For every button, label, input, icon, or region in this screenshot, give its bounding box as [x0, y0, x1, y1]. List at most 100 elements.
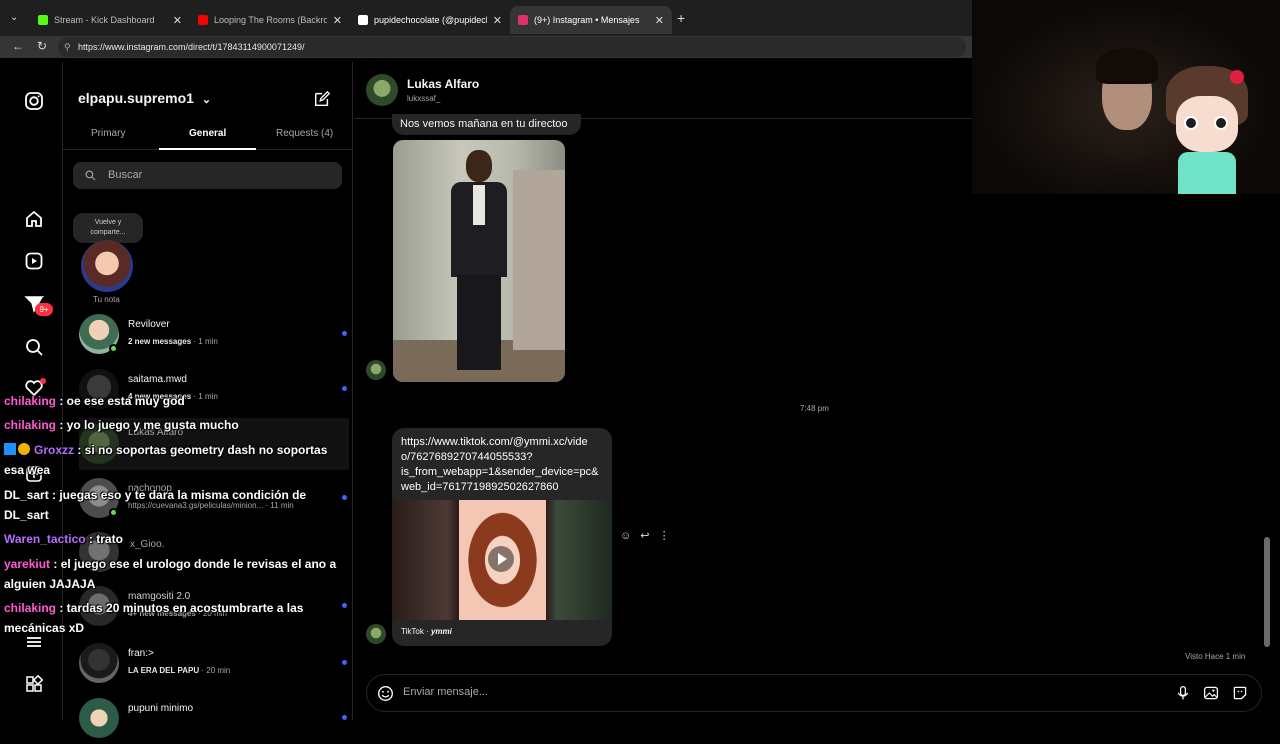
note-avatar[interactable]	[81, 240, 133, 292]
address-bar[interactable]: ⚲ https://www.instagram.com/direct/t/178…	[58, 37, 966, 57]
tab-list-chevron-icon[interactable]: ⌄	[10, 12, 18, 23]
photo-person-head	[466, 150, 492, 182]
emoji-icon[interactable]	[377, 685, 394, 702]
header-name[interactable]: Lukas Alfaro	[407, 77, 479, 91]
search-input[interactable]: Buscar	[73, 162, 342, 189]
chat-text: : juegas eso y te dara la misma condició…	[4, 488, 307, 522]
reload-icon[interactable]: ↻	[37, 39, 47, 53]
vtuber-body	[1178, 152, 1236, 194]
message-timestamp: 7:48 pm	[800, 404, 829, 413]
photo-door	[513, 170, 565, 350]
photo-person-shirt	[473, 185, 485, 225]
tab-general[interactable]: General	[189, 128, 226, 139]
instagram-logo-icon[interactable]	[24, 91, 44, 111]
sticker-icon[interactable]	[1232, 685, 1248, 701]
link-text[interactable]: https://www.tiktok.com/@ymmi.xc/vide o/7…	[401, 435, 607, 495]
photo-person-legs	[457, 275, 501, 370]
more-options-icon[interactable]: ⋮	[659, 530, 670, 542]
chat-text: : el juego ese el urologo donde le revis…	[4, 557, 337, 591]
vtuber-bow	[1230, 70, 1244, 84]
note-bubble[interactable]: Vuelve y comparte...	[73, 213, 143, 243]
note-label: Tu nota	[93, 295, 120, 304]
composer-placeholder: Enviar mensaje...	[403, 686, 488, 698]
tab-youtube[interactable]: Looping The Rooms (Backrooms L ✕	[190, 6, 350, 34]
tiktok-source: TikTok · ymmi	[401, 627, 452, 636]
chat-username: DL_sart	[4, 488, 49, 502]
thread-name: pupuni minimo	[128, 703, 194, 714]
sender-avatar[interactable]	[366, 624, 386, 644]
message-bubble: Nos vemos mañana en tu directoo	[392, 114, 581, 135]
unread-dot	[342, 495, 347, 500]
new-tab-icon[interactable]: +	[677, 10, 685, 26]
chat-message: chilaking : tardas 20 minutos en acostum…	[4, 598, 334, 638]
chat-text: : yo lo juego y me gusta mucho	[56, 418, 239, 432]
chevron-down-icon: ⌄	[201, 94, 212, 106]
close-icon[interactable]: ✕	[655, 14, 664, 27]
home-icon[interactable]	[24, 209, 44, 229]
vtuber-avatar	[1162, 66, 1252, 194]
reels-icon[interactable]	[24, 251, 44, 271]
url-text: https://www.instagram.com/direct/t/17843…	[78, 42, 305, 52]
list-item[interactable]: fran:> LA ERA DEL PAPU · 20 min	[79, 637, 349, 689]
react-emoji-icon[interactable]: ☺	[620, 530, 631, 542]
tiktok-label: TikTok ·	[401, 627, 431, 636]
reply-icon[interactable]: ↩	[640, 530, 649, 542]
link-line: is_from_webapp=1&sender_device=pc&	[401, 466, 599, 478]
back-icon[interactable]: ←	[12, 39, 24, 53]
new-message-icon[interactable]	[313, 90, 331, 108]
seen-status: Visto Hace 1 min	[1185, 652, 1246, 661]
apps-grid-icon[interactable]	[24, 674, 44, 694]
play-icon[interactable]	[488, 546, 514, 572]
microphone-icon[interactable]	[1175, 685, 1191, 701]
sender-avatar[interactable]	[366, 360, 386, 380]
link-preview-message[interactable]: https://www.tiktok.com/@ymmi.xc/vide o/7…	[392, 428, 612, 646]
image-upload-icon[interactable]	[1203, 685, 1219, 701]
tab-kick-dashboard[interactable]: Stream - Kick Dashboard ✕	[30, 6, 190, 34]
list-item[interactable]: Revilover 2 new messages · 1 min	[79, 308, 349, 360]
header-avatar[interactable]	[366, 74, 398, 106]
unread-dot	[342, 331, 347, 336]
link-line: https://www.tiktok.com/@ymmi.xc/vide	[401, 436, 588, 448]
link-line: web_id=7617719892502627860	[401, 481, 559, 493]
account-username: elpapu.supremo1	[78, 90, 194, 106]
thread-name: fran:>	[128, 648, 154, 659]
chat-username: chilaking	[4, 601, 57, 615]
active-tab-underline	[159, 148, 256, 150]
thread-name: saitama.mwd	[128, 374, 187, 385]
tab-primary[interactable]: Primary	[91, 128, 125, 139]
tab-requests[interactable]: Requests (4)	[276, 128, 333, 139]
close-icon[interactable]: ✕	[333, 14, 342, 27]
search-icon	[85, 170, 96, 181]
message-composer[interactable]: Enviar mensaje...	[366, 674, 1262, 712]
chat-username: chilaking	[4, 394, 57, 408]
close-icon[interactable]: ✕	[493, 14, 502, 27]
chat-text: : oe ese esta muy god	[56, 394, 185, 408]
account-switcher[interactable]: elpapu.supremo1 ⌄	[78, 90, 211, 106]
search-icon[interactable]	[24, 337, 44, 357]
close-icon[interactable]: ✕	[173, 14, 182, 27]
search-placeholder: Buscar	[108, 169, 143, 181]
site-info-icon[interactable]: ⚲	[64, 37, 71, 57]
chat-badge-icon	[4, 443, 16, 455]
tab-instagram[interactable]: (9+) Instagram • Mensajes ✕	[510, 6, 672, 34]
message-text: Nos vemos mañana en tu directoo	[400, 118, 568, 130]
image-message[interactable]	[393, 140, 565, 382]
unread-dot	[342, 603, 347, 608]
chat-message: yarekiut : el juego ese el urologo donde…	[4, 554, 349, 594]
scrollbar-thumb[interactable]	[1264, 537, 1270, 647]
kick-icon	[38, 15, 48, 25]
avatar	[79, 643, 119, 683]
tab-title: (9+) Instagram • Mensajes	[534, 15, 640, 25]
thread-preview: LA ERA DEL PAPU · 20 min	[128, 666, 231, 675]
scrollbar-track[interactable]	[1264, 122, 1270, 662]
vtuber-eye	[1214, 116, 1228, 130]
list-item[interactable]: pupuni minimo	[79, 692, 349, 744]
vtuber-eye	[1184, 116, 1198, 130]
video-thumbnail[interactable]	[392, 500, 612, 620]
tab-title: Looping The Rooms (Backrooms L	[214, 15, 327, 25]
chat-message: chilaking : yo lo juego y me gusta mucho	[4, 415, 344, 435]
online-dot	[109, 344, 118, 353]
notification-dot	[40, 378, 46, 384]
chat-message: Waren_tactico : trato	[4, 529, 334, 549]
tab-tiktok[interactable]: pupidechocolate (@pupidechocola ✕	[350, 6, 510, 34]
